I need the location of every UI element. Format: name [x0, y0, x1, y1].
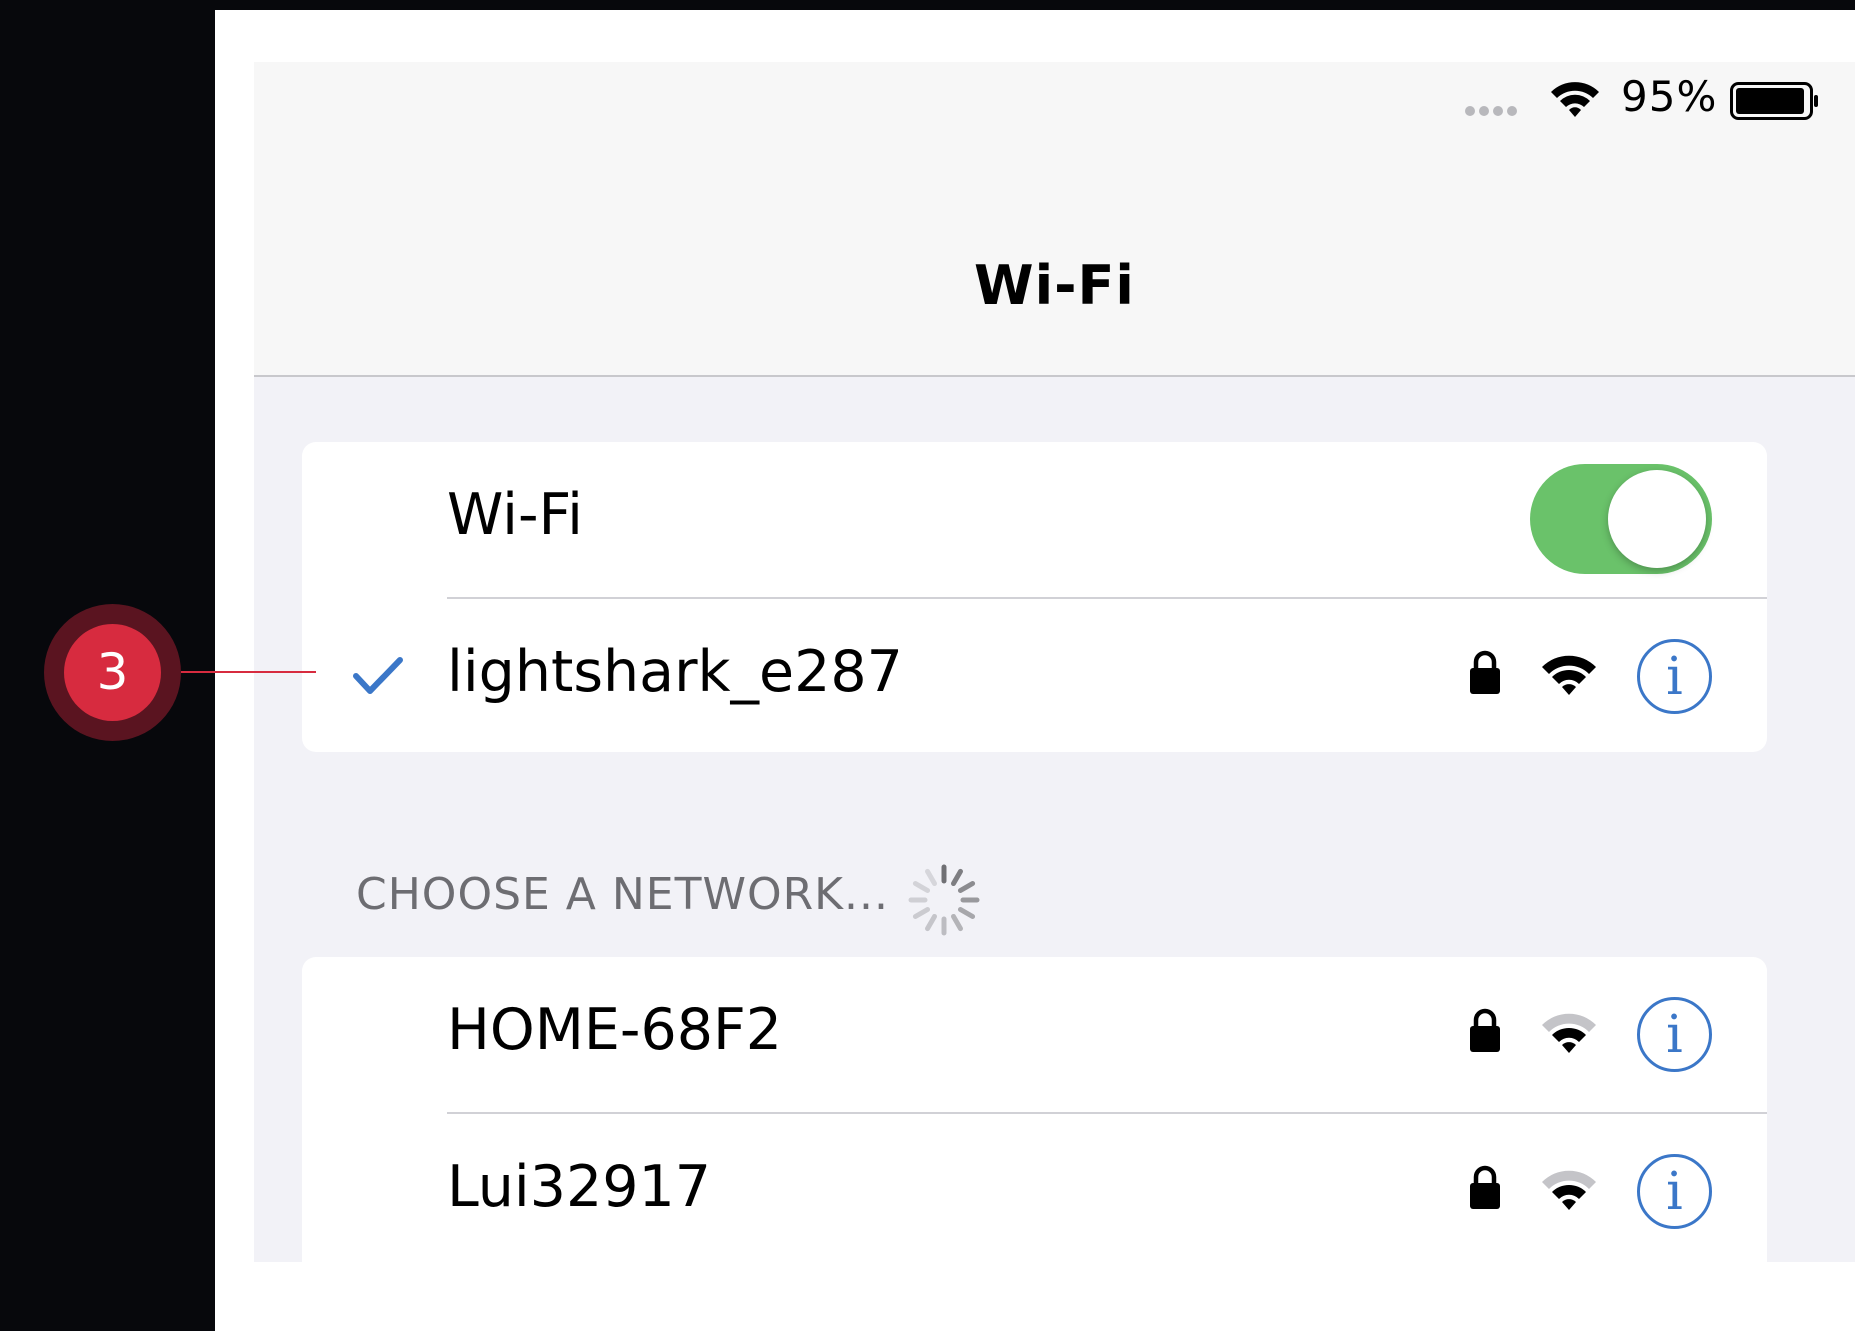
battery-icon [1730, 82, 1818, 120]
wifi-toggle-row: Wi-Fi [302, 442, 1767, 597]
toggle-knob [1608, 470, 1706, 568]
wifi-signal-icon [1542, 1013, 1596, 1053]
wifi-settings-group: Wi-Fi lightshark_e287 i [302, 442, 1767, 752]
network-info-button[interactable]: i [1637, 639, 1712, 714]
wifi-status-icon [1551, 82, 1599, 117]
cellular-signal-icon [1465, 106, 1517, 116]
navigation-bar: Wi-Fi [254, 142, 1855, 377]
network-row[interactable]: Lui32917 i [302, 1114, 1767, 1262]
connected-network-row[interactable]: lightshark_e287 i [302, 599, 1767, 752]
info-icon: i [1666, 647, 1683, 707]
lock-icon [1470, 1165, 1500, 1209]
callout-number: 3 [96, 643, 129, 701]
info-icon: i [1666, 1005, 1683, 1065]
network-row[interactable]: HOME-68F2 i [302, 957, 1767, 1112]
ios-wifi-settings-screen: 95% Wi-Fi Wi-Fi lightshark_e287 i CHOOSE… [254, 62, 1855, 1262]
battery-percentage: 95% [1621, 72, 1718, 121]
wifi-toggle-switch[interactable] [1530, 464, 1712, 574]
network-name: Lui32917 [447, 1154, 712, 1220]
wifi-signal-icon [1542, 1170, 1596, 1210]
lock-icon [1470, 650, 1500, 694]
info-icon: i [1666, 1162, 1683, 1222]
page-title: Wi-Fi [974, 254, 1135, 317]
network-info-button[interactable]: i [1637, 997, 1712, 1072]
callout-badge-inner: 3 [64, 624, 161, 721]
dark-background-top [215, 0, 1855, 10]
wifi-signal-icon [1542, 655, 1596, 695]
loading-spinner-icon [908, 864, 980, 936]
checkmark-icon [353, 657, 403, 694]
status-bar: 95% [254, 62, 1855, 142]
connected-network-name: lightshark_e287 [447, 639, 903, 705]
wifi-toggle-label: Wi-Fi [447, 482, 583, 548]
callout-line [181, 671, 316, 673]
network-info-button[interactable]: i [1637, 1154, 1712, 1229]
network-name: HOME-68F2 [447, 997, 783, 1063]
available-networks-group: HOME-68F2 i Lui32917 i [302, 957, 1767, 1262]
callout-badge: 3 [44, 604, 181, 741]
section-header: CHOOSE A NETWORK... [356, 869, 889, 920]
lock-icon [1470, 1008, 1500, 1052]
